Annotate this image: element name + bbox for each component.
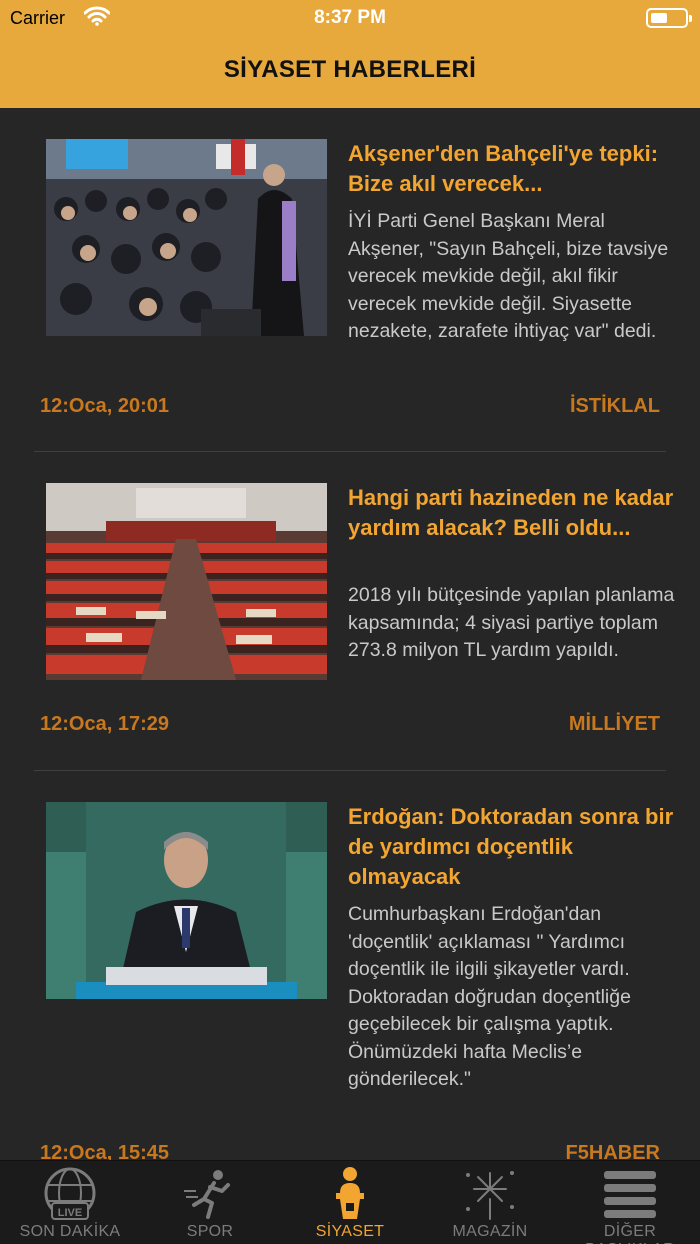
- news-card[interactable]: Hangi parti hazineden ne kadar yardım al…: [34, 452, 674, 771]
- article-time: 12:Oca, 17:29: [40, 713, 169, 735]
- article-summary: Cumhurbaşkanı Erdoğan'dan 'doçentlik' aç…: [348, 903, 631, 1090]
- status-time: 8:37 PM: [314, 7, 386, 28]
- article-headline[interactable]: Akşener'den Bahçeli'ye tepki: Bize akıl …: [348, 139, 678, 199]
- article-source: MİLLİYET: [568, 713, 660, 735]
- article-summary: İYİ Parti Genel Başkanı Meral Akşener, "…: [348, 210, 669, 342]
- status-bar: Carrier 8:37 PM: [0, 0, 700, 36]
- parliament-hall-photo: [46, 483, 327, 680]
- news-card[interactable]: Erdoğan: Doktoradan sonra bir de yardımc…: [34, 771, 673, 1160]
- tab-label: SPOR: [186, 1223, 234, 1240]
- tab-son-dakika[interactable]: LIVE SON DAKİKA: [0, 1161, 140, 1244]
- article-source: F5HABER: [565, 1142, 660, 1160]
- rally-crowd-photo: [46, 139, 327, 336]
- fireworks-icon: [460, 1165, 520, 1221]
- tab-label: DİĞER BAŞLIKLAR: [585, 1223, 675, 1244]
- live-globe-icon: LIVE: [40, 1165, 100, 1221]
- article-summary: 2018 yılı bütçesinde yapılan planlama ka…: [348, 584, 675, 661]
- page-title: SİYASET HABERLERİ: [223, 56, 477, 83]
- tab-label: SON DAKİKA: [19, 1223, 121, 1240]
- header-bar: Carrier 8:37 PM SİYASET HABERLERİ: [0, 0, 700, 108]
- article-time: 12:Oca, 20:01: [40, 395, 169, 417]
- tab-spor[interactable]: SPOR: [140, 1161, 280, 1244]
- tab-magazin[interactable]: MAGAZİN: [420, 1161, 560, 1244]
- battery-icon: [646, 8, 692, 28]
- podium-speaker-icon: [320, 1165, 380, 1221]
- news-card[interactable]: Akşener'den Bahçeli'ye tepki: Bize akıl …: [34, 108, 668, 452]
- article-time: 12:Oca, 15:45: [40, 1142, 169, 1160]
- list-icon: [600, 1165, 660, 1221]
- speaker-podium-photo: [46, 802, 327, 999]
- runner-icon: [180, 1165, 240, 1221]
- tab-bar: LIVE SON DAKİKA SPOR SİYASET MAGAZİN DİĞ…: [0, 1160, 700, 1244]
- article-source: İSTİKLAL: [570, 395, 660, 417]
- article-headline[interactable]: Hangi parti hazineden ne kadar yardım al…: [348, 483, 678, 543]
- article-headline[interactable]: Erdoğan: Doktoradan sonra bir de yardımc…: [348, 802, 678, 892]
- svg-text:LIVE: LIVE: [58, 1207, 82, 1219]
- tab-siyaset[interactable]: SİYASET: [280, 1161, 420, 1244]
- tab-label: MAGAZİN: [452, 1223, 528, 1240]
- tab-label: SİYASET: [315, 1223, 385, 1240]
- news-feed[interactable]: Akşener'den Bahçeli'ye tepki: Bize akıl …: [0, 108, 700, 1160]
- tab-diger-basliklar[interactable]: DİĞER BAŞLIKLAR: [560, 1161, 700, 1244]
